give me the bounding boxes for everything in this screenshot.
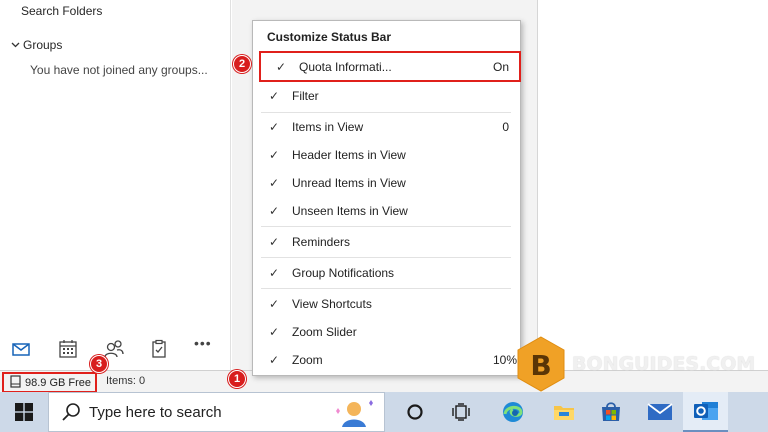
menu-item-items-in-view[interactable]: ✓ Items in View 0 [254,115,519,139]
menu-separator [261,226,511,227]
disk-icon [10,374,21,391]
groups-label: Groups [23,38,63,52]
menu-item-label: Zoom [292,353,323,367]
outlook-taskbar-button[interactable] [683,392,728,432]
menu-item-label: Header Items in View [292,148,406,162]
menu-item-label: Reminders [292,235,351,249]
menu-item-zoom-slider[interactable]: ✓ Zoom Slider [254,320,519,344]
watermark-text: BONGUIDES.COM [572,353,756,375]
reading-pane [539,0,768,375]
menu-item-reminders[interactable]: ✓ Reminders [254,230,519,254]
menu-item-unseen-items-in-view[interactable]: ✓ Unseen Items in View [254,199,519,223]
edge-icon[interactable] [498,397,528,427]
start-button[interactable] [0,392,47,432]
check-icon: ✓ [268,120,280,134]
menu-separator [261,257,511,258]
people-icon[interactable] [103,338,125,360]
folder-search-folders[interactable]: Search Folders [21,4,102,18]
menu-item-value: 0 [502,120,509,134]
search-icon [61,402,81,422]
module-nav-bar: ••• [0,330,231,370]
groups-header[interactable]: Groups [10,38,62,52]
menu-item-label: Zoom Slider [292,325,357,339]
customize-status-bar-menu: Customize Status Bar ✓ Quota Informati..… [252,20,521,376]
callout-badge-2: 2 [233,55,251,73]
taskbar-search-box[interactable]: Type here to search [48,392,385,432]
check-icon: ✓ [268,325,280,339]
menu-item-label: Group Notifications [292,266,395,280]
menu-item-label: Filter [292,89,319,103]
menu-item-header-items-in-view[interactable]: ✓ Header Items in View [254,143,519,167]
menu-item-group-notifications[interactable]: ✓ Group Notifications [254,261,519,285]
menu-title: Customize Status Bar [267,30,392,44]
check-icon: ✓ [268,266,280,280]
callout-badge-1: 1 [228,370,246,388]
menu-item-view-shortcuts[interactable]: ✓ View Shortcuts [254,292,519,316]
search-placeholder: Type here to search [89,403,222,421]
callout-badge-3: 3 [90,355,108,373]
mail-app-icon[interactable] [645,397,675,427]
items-count: Items: 0 [106,375,146,387]
groups-empty-message: You have not joined any groups... [30,63,208,77]
file-explorer-icon[interactable] [549,397,579,427]
menu-item-quota-information[interactable]: ✓ Quota Informati... On [259,51,521,82]
folder-pane: Search Folders Groups You have not joine… [0,0,231,330]
task-view-icon[interactable] [447,397,477,427]
more-icon[interactable]: ••• [194,335,216,357]
bonguides-watermark: B BONGUIDES.COM [515,335,755,393]
check-icon: ✓ [268,235,280,249]
outlook-icon [693,402,718,420]
menu-item-zoom[interactable]: ✓ Zoom 10% [254,348,519,372]
bonguides-logo: B [515,335,567,393]
check-icon: ✓ [268,297,280,311]
tasks-icon[interactable] [148,338,170,360]
check-icon: ✓ [268,89,280,103]
quota-text: 98.9 GB Free [25,376,92,389]
menu-separator [261,112,511,113]
check-icon: ✓ [268,148,280,162]
check-icon: ✓ [268,204,280,218]
check-icon: ✓ [268,176,280,190]
check-icon: ✓ [275,59,287,74]
menu-item-label: Unseen Items in View [292,204,408,218]
logo-letter: B [530,349,551,382]
mail-icon[interactable] [10,338,32,360]
menu-item-filter[interactable]: ✓ Filter [254,84,519,108]
menu-item-label: View Shortcuts [292,297,372,311]
menu-separator [261,288,511,289]
menu-item-unread-items-in-view[interactable]: ✓ Unread Items in View [254,171,519,195]
calendar-icon[interactable] [57,338,79,360]
microsoft-store-icon[interactable] [596,397,626,427]
menu-item-value: On [492,59,509,74]
menu-item-label: Quota Informati... [299,59,392,74]
menu-item-label: Unread Items in View [292,176,406,190]
quota-info-highlight[interactable]: 98.9 GB Free [2,372,97,393]
check-icon: ✓ [268,353,280,367]
chevron-down-icon[interactable] [10,40,20,50]
menu-item-label: Items in View [292,120,364,134]
windows-taskbar: Type here to search [0,392,768,432]
search-highlight-icon [332,397,376,429]
windows-logo-icon [14,403,33,421]
cortana-icon[interactable] [400,397,430,427]
